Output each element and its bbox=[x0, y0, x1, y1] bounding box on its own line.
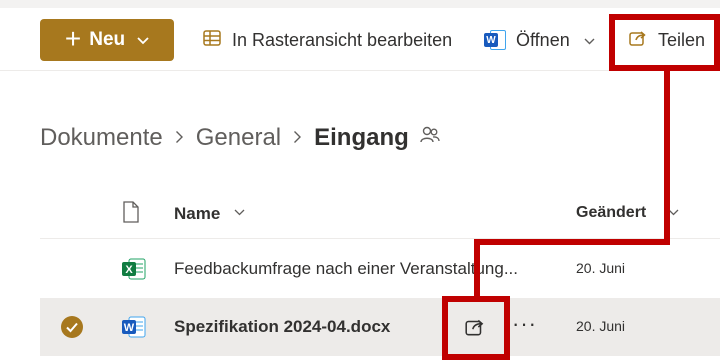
excel-icon: X bbox=[122, 258, 146, 285]
highlight-box-share-button bbox=[609, 14, 720, 71]
word-icon: W bbox=[484, 29, 506, 51]
annotation-connector bbox=[664, 69, 670, 245]
svg-text:X: X bbox=[125, 264, 133, 276]
annotation-connector bbox=[474, 239, 480, 298]
column-modified[interactable]: Geändert bbox=[576, 204, 646, 222]
edit-grid-view-label: In Rasteransicht bearbeiten bbox=[232, 29, 453, 50]
annotation-connector bbox=[474, 239, 670, 245]
breadcrumb-item-general[interactable]: General bbox=[196, 124, 281, 152]
more-options-icon[interactable]: ··· bbox=[512, 311, 537, 337]
chevron-down-icon[interactable] bbox=[234, 204, 245, 219]
new-button[interactable]: + Neu bbox=[40, 19, 174, 61]
chevron-right-icon bbox=[293, 128, 302, 149]
chevron-down-icon bbox=[137, 32, 149, 48]
checkmark-icon[interactable] bbox=[61, 316, 83, 338]
open-button-label: Öffnen bbox=[516, 29, 570, 50]
new-button-label: Neu bbox=[89, 29, 126, 50]
modified-date: 20. Juni bbox=[576, 260, 626, 276]
top-strip bbox=[0, 0, 720, 8]
file-type-icon[interactable] bbox=[122, 201, 140, 228]
file-name[interactable]: Feedbackumfrage nach einer Veranstaltung… bbox=[174, 259, 518, 279]
people-icon[interactable] bbox=[419, 124, 441, 153]
svg-text:W: W bbox=[124, 322, 135, 334]
column-name[interactable]: Name bbox=[174, 204, 220, 224]
open-button[interactable]: W Öffnen bbox=[484, 19, 595, 61]
breadcrumb-current: Eingang bbox=[314, 124, 409, 151]
breadcrumb: Dokumente General Eingang bbox=[40, 122, 441, 154]
grid-icon bbox=[202, 28, 222, 53]
chevron-down-icon bbox=[584, 32, 595, 48]
list-item[interactable]: X Feedbackumfrage nach einer Veranstaltu… bbox=[40, 241, 720, 299]
file-name[interactable]: Spezifikation 2024-04.docx bbox=[174, 317, 390, 337]
modified-date: 20. Juni bbox=[576, 318, 626, 334]
highlight-box-row-share bbox=[442, 296, 510, 360]
word-icon: W bbox=[122, 316, 146, 343]
column-header-row: Name Geändert bbox=[40, 190, 720, 239]
chevron-right-icon bbox=[175, 128, 184, 149]
breadcrumb-item-dokumente[interactable]: Dokumente bbox=[40, 124, 163, 152]
plus-icon: + bbox=[64, 22, 82, 54]
list-item-selected[interactable]: W Spezifikation 2024-04.docx ··· 20. Jun… bbox=[40, 299, 720, 356]
edit-grid-view-button[interactable]: In Rasteransicht bearbeiten bbox=[202, 19, 452, 61]
